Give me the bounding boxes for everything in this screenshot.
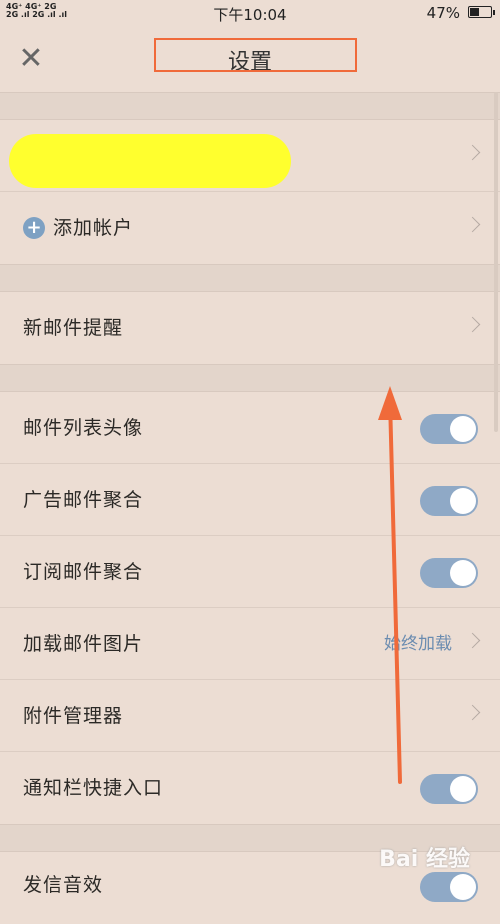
notification-shortcut-row: 通知栏快捷入口 xyxy=(0,752,500,824)
load-images-row[interactable]: 加载邮件图片 始终加载 xyxy=(0,608,500,680)
send-sound-toggle[interactable] xyxy=(420,872,478,902)
add-account-row[interactable]: + 添加帐户 xyxy=(0,192,500,264)
chevron-right-icon xyxy=(464,704,481,721)
notification-shortcut-label: 通知栏快捷入口 xyxy=(23,777,164,799)
account-row[interactable] xyxy=(0,120,500,192)
battery-icon xyxy=(468,6,495,18)
header: ✕ 设置 xyxy=(0,26,500,92)
load-images-label: 加载邮件图片 xyxy=(23,633,144,655)
subscription-merge-label: 订阅邮件聚合 xyxy=(23,561,144,583)
battery-level xyxy=(470,8,479,16)
redacted-account xyxy=(9,134,291,188)
subscription-merge-toggle[interactable] xyxy=(420,558,478,588)
attachment-manager-label: 附件管理器 xyxy=(23,705,124,727)
toggle-knob xyxy=(450,776,476,802)
watermark: Bai 经验 xyxy=(379,847,470,872)
avatar-label: 邮件列表头像 xyxy=(23,417,144,439)
battery-percent: 47% xyxy=(426,4,460,22)
chevron-right-icon xyxy=(464,144,481,161)
notification-shortcut-toggle[interactable] xyxy=(420,774,478,804)
subscription-merge-row: 订阅邮件聚合 xyxy=(0,536,500,608)
ad-merge-label: 广告邮件聚合 xyxy=(23,489,144,511)
toggle-knob xyxy=(450,560,476,586)
annotation-box xyxy=(154,38,357,72)
send-sound-label: 发信音效 xyxy=(23,874,104,896)
new-mail-alert-label: 新邮件提醒 xyxy=(23,317,124,339)
attachment-manager-row[interactable]: 附件管理器 xyxy=(0,680,500,752)
chevron-right-icon xyxy=(464,216,481,233)
toggle-knob xyxy=(450,416,476,442)
chevron-right-icon xyxy=(464,632,481,649)
section-gap xyxy=(0,264,500,292)
ad-merge-row: 广告邮件聚合 xyxy=(0,464,500,536)
section-gap xyxy=(0,92,500,120)
scrollbar[interactable] xyxy=(494,92,498,432)
status-time: 下午10:04 xyxy=(213,6,287,24)
toggle-knob xyxy=(450,874,476,900)
avatar-row: 邮件列表头像 xyxy=(0,392,500,464)
add-account-label: 添加帐户 xyxy=(53,217,134,239)
avatar-toggle[interactable] xyxy=(420,414,478,444)
chevron-right-icon xyxy=(464,316,481,333)
ad-merge-toggle[interactable] xyxy=(420,486,478,516)
section-gap xyxy=(0,364,500,392)
status-bar: 4G⁺ 4G⁺ 2G 2G .ıl 2G .ıl .ıl 下午10:04 47% xyxy=(0,0,500,26)
new-mail-alert-row[interactable]: 新邮件提醒 xyxy=(0,292,500,364)
toggle-knob xyxy=(450,488,476,514)
annotation-arrow xyxy=(378,386,402,784)
plus-circle-icon: + xyxy=(23,217,45,239)
